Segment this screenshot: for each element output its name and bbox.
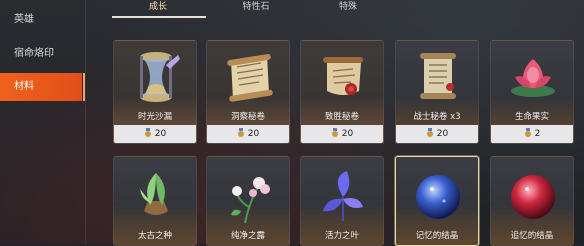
red-orb-icon [511,175,555,219]
medal-icon [426,128,433,137]
item-name: 追忆的结晶 [510,231,554,241]
item-card-reminiscence-crystal[interactable]: 追忆的结晶 [490,156,574,246]
item-count: 2 [534,129,541,139]
hourglass-icon [140,52,180,102]
item-count: 20 [341,129,354,139]
sidebar-item-materials[interactable]: 材料 [0,73,85,101]
item-card-vitality-leaf[interactable]: 活力之叶 [300,156,384,246]
tab-label: 特性石 [242,2,270,12]
item-card-life-fruit[interactable]: 生命果实 2 [490,40,574,144]
item-count-bar: 20 [301,125,383,143]
item-name: 纯净之露 [230,231,265,241]
sidebar-divider [85,0,86,244]
category-sidebar: 英雄 宿命烙印 材料 [0,0,85,244]
sidebar-item-label: 英雄 [14,14,34,25]
blue-orb-icon [416,175,460,219]
item-name: 记忆的结晶 [415,231,459,241]
tab-label: 成长 [148,2,167,12]
tab-special[interactable]: 特殊 [300,0,396,18]
item-count: 20 [154,129,167,139]
item-name: 活力之叶 [324,231,359,241]
item-name: 生命果实 [514,112,549,122]
leaf-icon [323,171,363,221]
medal-icon [237,128,244,137]
sealed-scroll-icon [323,57,363,95]
item-count-bar: 20 [396,125,478,143]
lotus-fruit-icon [511,59,555,97]
seed-icon [140,173,168,215]
tab-trait-stone[interactable]: 特性石 [208,0,304,18]
tab-label: 特殊 [338,2,357,12]
item-count-bar: 2 [491,125,573,143]
scroll-icon [420,53,456,99]
medal-icon [144,128,151,137]
scroll-icon [227,54,273,102]
item-card-insight-scroll[interactable]: 洞察秘卷 20 [206,40,290,144]
item-card-warrior-scroll[interactable]: 战士秘卷 x3 20 [395,40,479,144]
sidebar-item-heroes[interactable]: 英雄 [0,6,82,34]
item-card-hourglass[interactable]: 时光沙漏 20 [113,40,197,144]
item-count: 20 [436,129,449,139]
sidebar-item-label: 宿命烙印 [14,48,54,59]
medal-icon [524,128,531,137]
active-tab-indicator [112,16,206,18]
item-card-pure-dew[interactable]: 纯净之露 [206,156,290,246]
item-name: 战士秘卷 x3 [413,112,461,122]
item-count-bar: 20 [114,125,196,143]
flower-icon [231,177,270,224]
item-count: 20 [247,129,260,139]
item-card-memory-crystal[interactable]: 记忆的结晶 [395,156,479,246]
item-name: 时光沙漏 [137,112,172,122]
medal-icon [331,128,338,137]
item-count-bar: 20 [207,125,289,143]
item-card-ancient-seed[interactable]: 太古之种 [113,156,197,246]
item-name: 太古之种 [137,231,172,241]
sidebar-item-fate-brand[interactable]: 宿命烙印 [0,40,82,68]
item-card-victory-scroll[interactable]: 致胜秘卷 20 [300,40,384,144]
item-name: 致胜秘卷 [324,112,359,122]
item-name: 洞察秘卷 [230,112,265,122]
sidebar-item-label: 材料 [14,81,34,92]
